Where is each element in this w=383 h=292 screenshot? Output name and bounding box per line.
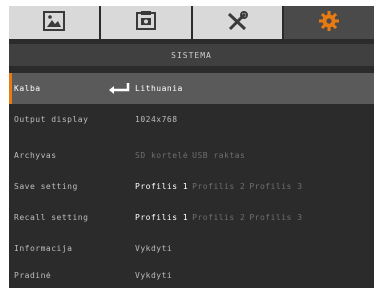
- row-archyvas[interactable]: Archyvas SD kortelė USB raktas: [9, 140, 374, 171]
- tab-camera-settings[interactable]: [100, 6, 193, 39]
- recall-profile-1[interactable]: Profilis 1: [135, 213, 188, 222]
- row-kalba[interactable]: Kalba Lithuania: [9, 73, 374, 104]
- section-title: SISTEMA: [9, 44, 374, 66]
- save-profile-3[interactable]: Profilis 3: [249, 182, 302, 191]
- recall-profile-2[interactable]: Profilis 2: [192, 213, 245, 222]
- camera-settings-icon: [134, 10, 158, 36]
- row-save-setting[interactable]: Save setting Profilis 1 Profilis 2 Profi…: [9, 171, 374, 202]
- row-recall-setting[interactable]: Recall setting Profilis 1 Profilis 2 Pro…: [9, 202, 374, 233]
- option-sd-card[interactable]: SD kortelė: [135, 151, 188, 160]
- tab-tools[interactable]: [192, 6, 285, 39]
- row-label: Kalba: [14, 84, 41, 93]
- option-usb-key[interactable]: USB raktas: [192, 151, 245, 160]
- gear-icon: [317, 10, 341, 36]
- save-profile-2[interactable]: Profilis 2: [192, 182, 245, 191]
- row-label: Save setting: [14, 182, 78, 191]
- recall-profile-3[interactable]: Profilis 3: [249, 213, 302, 222]
- tab-system[interactable]: [284, 6, 374, 39]
- pradine-action[interactable]: Vykdyti: [135, 260, 172, 288]
- row-label: Pradinė: [14, 271, 52, 280]
- language-value[interactable]: Lithuania: [135, 73, 183, 104]
- tab-image[interactable]: [9, 6, 101, 39]
- save-options: Profilis 1 Profilis 2 Profilis 3: [135, 171, 303, 202]
- menu-tabs: [9, 6, 374, 39]
- osd-menu: SISTEMA Kalba Lithuania Output display 1…: [9, 6, 374, 288]
- output-display-value[interactable]: 1024x768: [135, 104, 178, 135]
- row-pradine[interactable]: Pradinė Vykdyti: [9, 260, 374, 288]
- row-output-display[interactable]: Output display 1024x768: [9, 104, 374, 135]
- row-label: Output display: [14, 115, 89, 124]
- selection-marker: [9, 73, 12, 104]
- save-profile-1[interactable]: Profilis 1: [135, 182, 188, 191]
- row-label: Archyvas: [14, 151, 57, 160]
- archyvas-options: SD kortelė USB raktas: [135, 140, 245, 171]
- row-label: Recall setting: [14, 213, 89, 222]
- tools-icon: [225, 10, 249, 36]
- image-icon: [42, 10, 66, 36]
- recall-options: Profilis 1 Profilis 2 Profilis 3: [135, 202, 303, 233]
